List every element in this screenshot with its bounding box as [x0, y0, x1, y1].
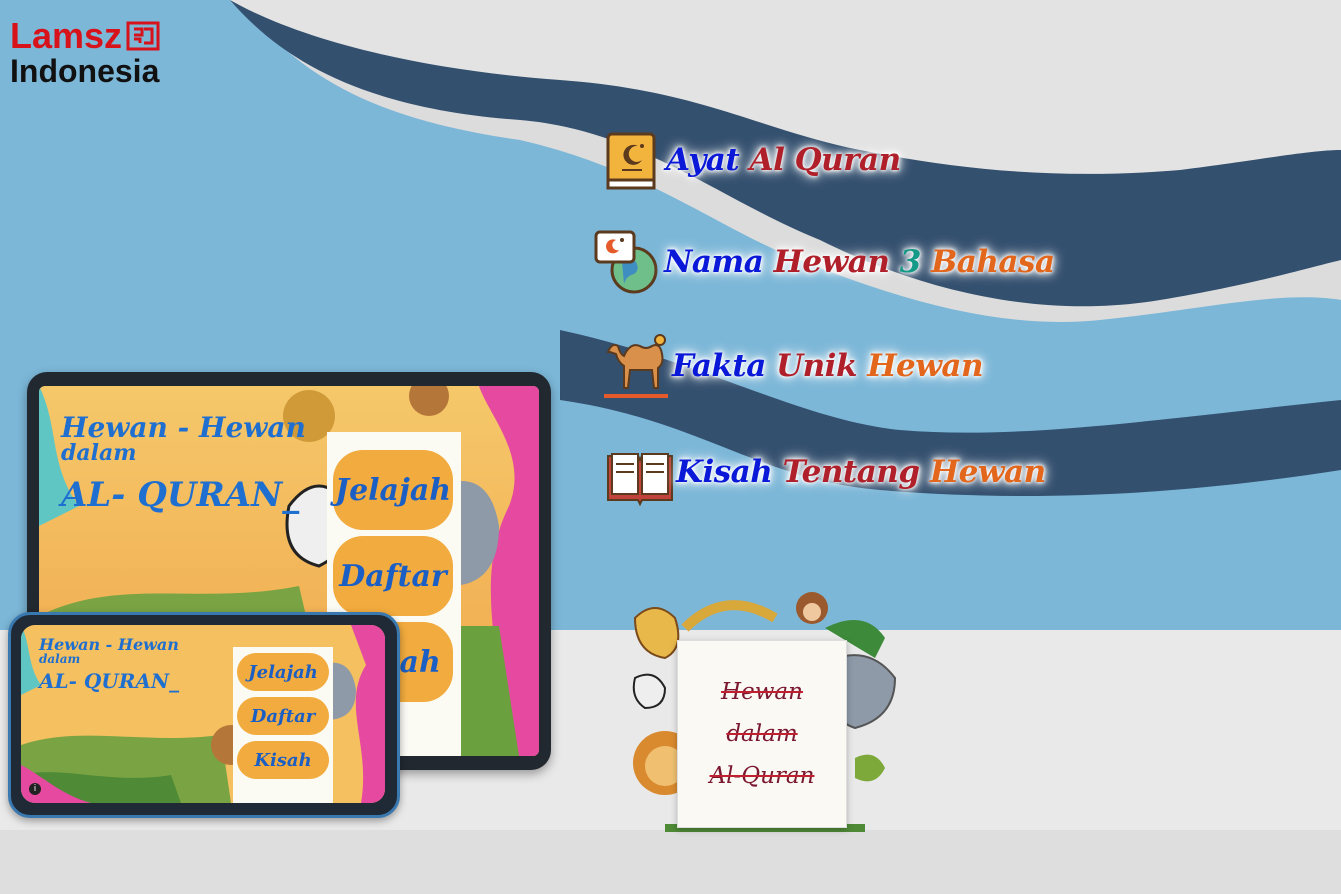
brand-logo: Lamsz Indonesia — [10, 18, 160, 88]
feature-nama-hewan-3-bahasa: Nama Hewan 3 Bahasa — [592, 226, 1055, 298]
phone-screen: Hewan - Hewan dalam AL- QURAN_ Jelajah D… — [21, 625, 385, 803]
quran-book-icon — [606, 132, 656, 190]
jelajah-button[interactable]: Jelajah — [237, 653, 329, 691]
feature-ayat-al-quran: Ayat Al Quran — [594, 124, 901, 196]
poster-title-line-1: Hewan — [721, 679, 803, 705]
feature-kisah-tentang-hewan: Kisah Tentang Hewan — [604, 436, 1046, 508]
app-title: Hewan - Hewan dalam AL- QURAN_ — [61, 411, 306, 515]
phone-mockup: Hewan - Hewan dalam AL- QURAN_ Jelajah D… — [8, 612, 400, 818]
camel-icon — [604, 334, 668, 398]
title-poster: Hewan dalam Al-Quran — [625, 588, 900, 836]
daftar-button[interactable]: Daftar — [333, 536, 453, 616]
poster-title-line-3: Al-Quran — [709, 763, 815, 789]
open-book-icon — [607, 453, 673, 507]
jelajah-button[interactable]: Jelajah — [333, 450, 453, 530]
globe-chat-icon — [594, 230, 658, 294]
app-title: Hewan - Hewan dalam AL- QURAN_ — [39, 635, 180, 693]
feature-label: Nama Hewan 3 Bahasa — [664, 244, 1055, 280]
poster-title-line-2: dalam — [726, 721, 798, 747]
daftar-button[interactable]: Daftar — [237, 697, 329, 735]
brand-name: Lamsz — [10, 15, 123, 56]
brand-mark-icon — [126, 21, 160, 51]
info-icon[interactable]: i — [29, 783, 41, 795]
feature-label: Ayat Al Quran — [666, 142, 901, 178]
poster-card: Hewan dalam Al-Quran — [677, 640, 847, 828]
brand-subtitle: Indonesia — [10, 53, 160, 89]
feature-fakta-unik-hewan: Fakta Unik Hewan — [600, 330, 984, 402]
kisah-button[interactable]: Kisah — [237, 741, 329, 779]
feature-label: Fakta Unik Hewan — [672, 348, 984, 384]
feature-label: Kisah Tentang Hewan — [676, 454, 1046, 490]
